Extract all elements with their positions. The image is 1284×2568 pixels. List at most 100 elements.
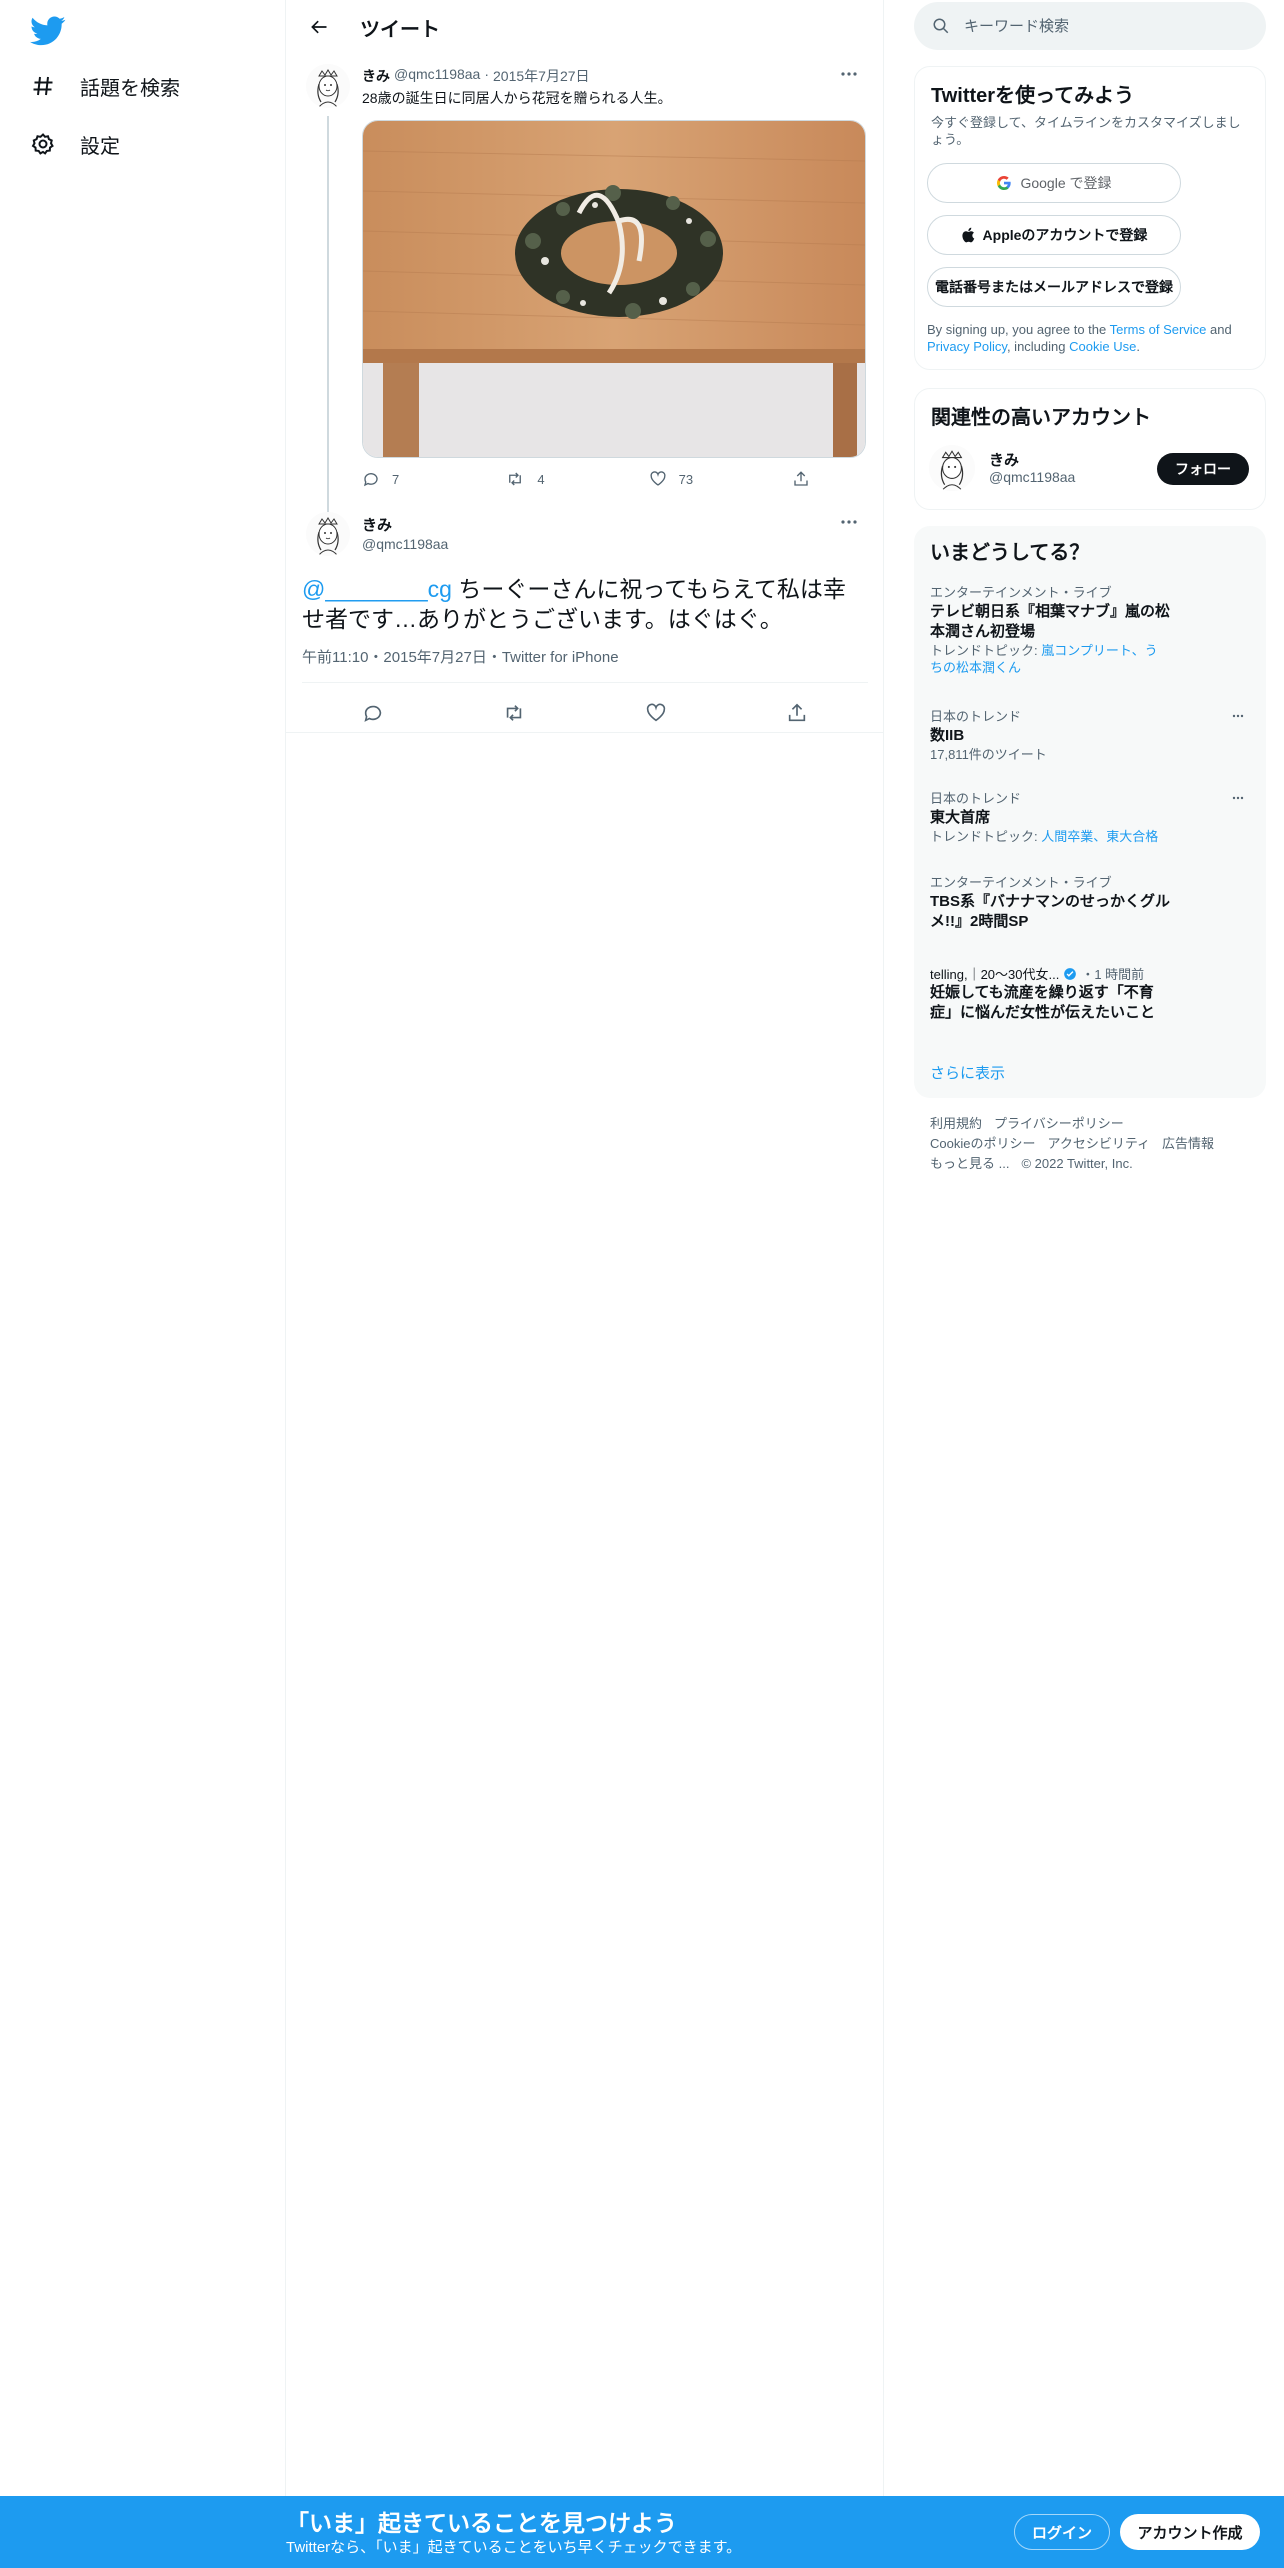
trend-tweet-count: 17,811件のツイート	[930, 747, 1047, 762]
trend-category: エンターテインメント・ライブ	[930, 585, 1112, 600]
signup-subtitle: 今すぐ登録して、タイムラインをカスタマイズしましょう。	[931, 115, 1241, 147]
footer-link[interactable]: アクセシビリティ	[1047, 1134, 1150, 1154]
reply-button[interactable]	[355, 695, 391, 731]
cookie-use-link[interactable]: Cookie Use	[1069, 339, 1136, 354]
news-source: telling,｜20～30代女... ・1 時間前	[930, 964, 1250, 983]
parent-tweet[interactable]: きみ @qmc1198aa · 2015年7月27日 28歳の誕生日に同居人から…	[286, 58, 884, 548]
nav-explore-label: 話題を検索	[80, 77, 180, 100]
more-options-icon[interactable]	[834, 512, 864, 532]
search-input[interactable]	[964, 17, 1224, 35]
nav-settings-label: 設定	[80, 135, 120, 158]
like-button[interactable]	[638, 695, 674, 731]
share-button[interactable]	[779, 695, 815, 731]
signup-title: Twitterを使ってみよう	[931, 85, 1135, 107]
trend-item[interactable]: エンターテインメント・ライブ テレビ朝日系『相葉マナブ』嵐の松本潤さん初登場 ト…	[930, 584, 1250, 676]
search-icon	[933, 18, 949, 34]
hashtag-icon	[30, 73, 56, 99]
news-title: 妊娠しても流産を繰り返す「不育症」に悩んだ女性が伝えたいこと	[930, 984, 1156, 1021]
avatar[interactable]	[929, 445, 975, 491]
nav-settings[interactable]: 設定	[30, 124, 120, 164]
related-name[interactable]: きみ	[989, 449, 1019, 470]
more-options-icon[interactable]	[1226, 708, 1250, 724]
trend-title: テレビ朝日系『相葉マナブ』嵐の松本潤さん初登場	[930, 603, 1171, 640]
author-handle[interactable]: @qmc1198aa	[362, 536, 448, 552]
mention-link[interactable]: @________cg	[302, 576, 452, 602]
related-handle[interactable]: @qmc1198aa	[989, 469, 1075, 485]
google-signup-label: Google で登録	[1020, 175, 1112, 191]
trend-category: 日本のトレンド	[930, 791, 1022, 806]
privacy-policy-link[interactable]: Privacy Policy	[927, 339, 1007, 354]
separator: ·	[484, 66, 490, 82]
create-account-button[interactable]: アカウント作成	[1120, 2514, 1260, 2550]
search-box[interactable]	[914, 2, 1266, 50]
login-button[interactable]: ログイン	[1014, 2514, 1110, 2550]
trend-topics-prefix: トレンドトピック:	[930, 829, 1042, 844]
trend-topics-links[interactable]: 人間卒業、東大合格	[1041, 829, 1158, 844]
more-options-icon[interactable]	[834, 64, 864, 84]
terms-including: , including	[1006, 339, 1070, 354]
author-name[interactable]: きみ	[362, 66, 390, 86]
trend-item[interactable]: 日本のトレンド 数IIB 17,811件のツイート	[930, 708, 1250, 763]
banner-title: 「いま」起きていることを見つけよう	[286, 2510, 677, 2536]
terms-end: .	[1136, 339, 1140, 354]
banner-subtitle: Twitterなら、「いま」起きていることをいち早くチェックできます。	[286, 2539, 742, 2556]
share-icon	[789, 703, 806, 722]
phone-email-signup-button[interactable]: 電話番号またはメールアドレスで登録	[927, 267, 1181, 307]
retweet-icon	[507, 705, 522, 721]
signup-card: Twitterを使ってみよう 今すぐ登録して、タイムラインをカスタマイズしましょ…	[914, 66, 1266, 370]
left-navigation: 話題を検索 設定	[0, 0, 286, 2568]
terms-of-service-link[interactable]: Terms of Service	[1110, 322, 1207, 337]
twitter-logo-icon[interactable]	[30, 12, 66, 48]
trend-news-item[interactable]: telling,｜20～30代女... ・1 時間前 妊娠しても流産を繰り返す「…	[930, 964, 1250, 1023]
author-name[interactable]: きみ	[362, 514, 392, 535]
nav-explore[interactable]: 話題を検索	[30, 66, 180, 106]
copyright: © 2022 Twitter, Inc.	[1021, 1156, 1133, 1171]
back-arrow-icon[interactable]	[302, 10, 336, 44]
phone-signup-label: 電話番号またはメールアドレスで登録	[935, 279, 1173, 295]
footer-link[interactable]: 広告情報	[1162, 1134, 1214, 1154]
tweet-text: @________cg ちーぐーさんに祝ってもらえて私は幸せ者です…ありがとうご…	[302, 574, 868, 634]
google-signup-button[interactable]: Google で登録	[927, 163, 1181, 203]
tweet-meta[interactable]: 午前11:10・2015年7月27日・Twitter for iPhone	[302, 646, 619, 667]
main-column: ツイート きみ @qmc1198aa · 2015年7月27日 28歳の誕生日に…	[286, 0, 884, 2568]
reply-button[interactable]: 7	[362, 464, 462, 494]
more-options-icon[interactable]	[1226, 790, 1250, 806]
related-accounts-card: 関連性の高いアカウント きみ @qmc1198aa フォロー	[914, 388, 1266, 510]
footer-link[interactable]: 利用規約	[930, 1114, 982, 1134]
trend-category: 日本のトレンド	[930, 709, 1022, 724]
tweet-text: 28歳の誕生日に同居人から花冠を贈られる人生。	[362, 90, 672, 106]
footer-links: 利用規約 プライバシーポリシー Cookieのポリシー アクセシビリティ 広告情報 も…	[930, 1114, 1250, 1174]
terms-and: and	[1206, 322, 1232, 337]
trends-card: いまどうしてる？ エンターテインメント・ライブ テレビ朝日系『相葉マナブ』嵐の松…	[914, 526, 1266, 1098]
related-title: 関連性の高いアカウント	[931, 407, 1151, 429]
bottom-signup-banner: 「いま」起きていることを見つけよう Twitterなら、「いま」起きていることを…	[0, 2496, 1284, 2568]
tweet-header: きみ @qmc1198aa · 2015年7月27日	[362, 66, 590, 86]
footer-link[interactable]: Cookieのポリシー	[930, 1134, 1035, 1154]
retweet-button[interactable]	[496, 695, 532, 731]
avatar[interactable]	[306, 512, 350, 556]
footer-more-link[interactable]: もっと見る ...	[930, 1154, 1009, 1174]
page-title: ツイート	[360, 18, 440, 41]
like-button[interactable]: 73	[649, 464, 749, 494]
trend-topics: トレンドトピック: 嵐コンプリート、うちの松本潤くん	[930, 642, 1170, 676]
trend-category: エンターテインメント・ライブ	[930, 875, 1112, 890]
tweet-actions	[302, 688, 868, 738]
tweet-actions: 7 4 73	[362, 464, 822, 494]
follow-button[interactable]: フォロー	[1157, 453, 1249, 485]
apple-signup-button[interactable]: Appleのアカウントで登録	[927, 215, 1181, 255]
retweet-button[interactable]: 4	[505, 464, 605, 494]
tweet-date[interactable]: 2015年7月27日	[493, 66, 590, 86]
show-more-link[interactable]: さらに表示	[930, 1062, 1005, 1083]
avatar[interactable]	[306, 64, 350, 108]
author-handle[interactable]: @qmc1198aa	[394, 66, 480, 86]
footer-link[interactable]: プライバシーポリシー	[994, 1114, 1124, 1134]
divider	[302, 682, 868, 683]
retweet-count: 4	[537, 471, 545, 487]
news-time: ・1 時間前	[1081, 967, 1145, 982]
trend-topics: トレンドトピック: 人間卒業、東大合格	[930, 828, 1170, 845]
tweet-photo[interactable]	[362, 120, 866, 458]
trend-title: 数IIB	[930, 727, 965, 744]
trend-item[interactable]: エンターテインメント・ライブ TBS系『バナナマンのせっかくグルメ!!』2時間S…	[930, 874, 1250, 932]
trend-item[interactable]: 日本のトレンド 東大首席 トレンドトピック: 人間卒業、東大合格	[930, 790, 1250, 845]
share-button[interactable]	[792, 464, 822, 494]
